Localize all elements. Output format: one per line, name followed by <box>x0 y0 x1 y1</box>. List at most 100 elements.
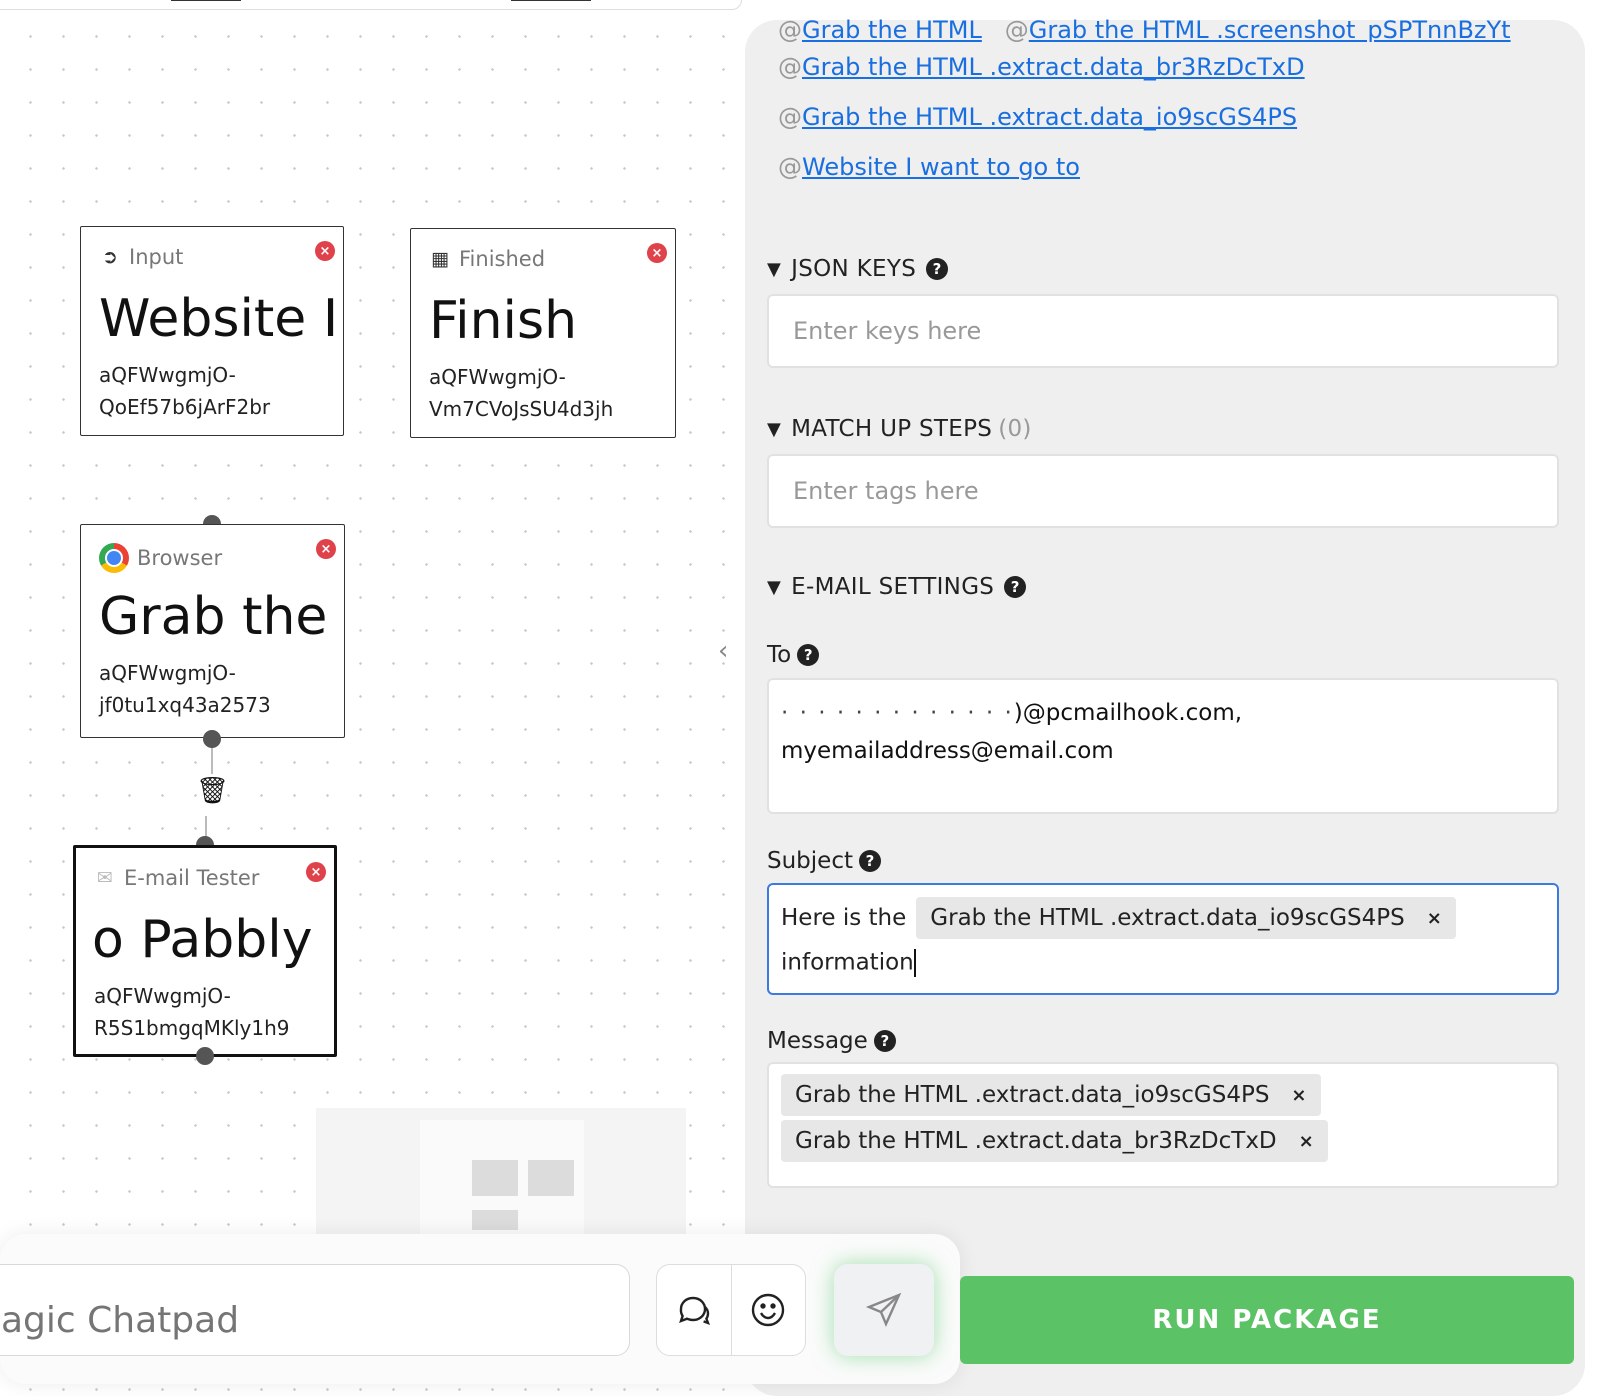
trash-icon[interactable]: 🗑 <box>196 776 229 806</box>
to-field[interactable]: · · · · · · · · · · · · ·)@pcmailhook.co… <box>767 678 1559 814</box>
reference-link[interactable]: Grab the HTML .extract.data_br3RzDcTxD <box>802 53 1305 81</box>
section-count: (0) <box>998 416 1032 442</box>
reference-link[interactable]: Website I want to go to <box>802 153 1080 181</box>
checkered-flag-icon: ▦ <box>431 248 449 270</box>
message-field[interactable]: Grab the HTML .extract.data_io9scGS4PS ×… <box>767 1062 1559 1188</box>
close-icon[interactable]: × <box>647 243 667 263</box>
to-address-1: )@pcmailhook.com, <box>1013 700 1243 726</box>
node-type-label: Input <box>129 245 184 269</box>
chevron-left-icon[interactable]: ‹ <box>718 636 728 666</box>
help-icon[interactable]: ? <box>1004 576 1027 598</box>
workflow-canvas[interactable]: ➲ Input Website I aQFWwgmjO-QoEf57b6jArF… <box>0 0 745 1396</box>
help-icon[interactable]: ? <box>926 258 949 280</box>
emoji-icon[interactable] <box>730 1265 806 1355</box>
node-input[interactable]: ➲ Input Website I aQFWwgmjO-QoEf57b6jArF… <box>80 226 344 436</box>
reference-item: @Grab the HTML .extract.data_br3RzDcTxD <box>778 42 1511 92</box>
field-label: Subject <box>767 848 853 874</box>
reference-list: @Grab the HTML @Grab the HTML .screensho… <box>778 16 1511 192</box>
settings-panel: @Grab the HTML @Grab the HTML .screensho… <box>745 16 1585 1396</box>
node-title: Website I <box>99 289 339 349</box>
underline-fragment <box>511 0 591 1</box>
email-settings-header[interactable]: ▼ E-MAIL SETTINGS ? <box>767 574 1027 600</box>
json-keys-field[interactable] <box>767 294 1559 368</box>
minimap-node <box>528 1160 574 1196</box>
connection-port[interactable] <box>196 1047 214 1065</box>
match-up-steps-field[interactable] <box>767 454 1559 528</box>
section-title: E-MAIL SETTINGS <box>791 574 995 600</box>
at-prefix: @ <box>778 16 802 42</box>
subject-text: Here is the <box>781 905 907 931</box>
node-browser[interactable]: Browser Grab the aQFWwgmjO-jf0tu1xq43a25… <box>80 524 345 738</box>
minimap-node <box>472 1160 518 1196</box>
paper-plane-icon <box>865 1292 902 1328</box>
message-tags: Grab the HTML .extract.data_io9scGS4PS ×… <box>781 1074 1328 1162</box>
variable-tag[interactable]: Grab the HTML .extract.data_io9scGS4PS × <box>916 897 1456 939</box>
to-label: To ? <box>767 642 820 668</box>
node-title: Finish <box>429 291 578 351</box>
node-header: Browser <box>99 543 222 573</box>
remove-tag-icon[interactable]: × <box>1291 1085 1306 1106</box>
node-id: aQFWwgmjO-jf0tu1xq43a2573 <box>99 661 271 717</box>
reference-link[interactable]: Grab the HTML .extract.data_io9scGS4PS <box>802 103 1297 131</box>
minimap-node <box>472 1210 518 1230</box>
subject-line: Here is the Grab the HTML .extract.data_… <box>781 897 1456 939</box>
variable-tag[interactable]: Grab the HTML .extract.data_br3RzDcTxD × <box>781 1120 1328 1162</box>
variable-tag[interactable]: Grab the HTML .extract.data_io9scGS4PS × <box>781 1074 1321 1116</box>
at-prefix: @ <box>1004 16 1029 42</box>
reference-link[interactable]: Grab the HTML <box>802 16 982 42</box>
node-title: Grab the <box>99 587 328 647</box>
at-prefix: @ <box>778 103 802 131</box>
match-up-steps-header[interactable]: ▼ MATCH UP STEPS (0) <box>767 416 1032 442</box>
collapse-triangle-icon: ▼ <box>767 576 782 598</box>
node-finished[interactable]: ▦ Finished Finish aQFWwgmjO-Vm7CVoJsSU4d… <box>410 228 676 438</box>
tags-input[interactable] <box>769 456 1557 526</box>
chat-bar <box>0 1234 960 1384</box>
subject-text: information <box>781 949 914 976</box>
chat-input[interactable] <box>0 1264 630 1356</box>
node-id: aQFWwgmjO-QoEf57b6jArF2br <box>99 363 271 419</box>
node-header: ✉ E-mail Tester <box>94 866 259 890</box>
close-icon[interactable]: × <box>316 539 336 559</box>
node-id: aQFWwgmjO-Vm7CVoJsSU4d3jh <box>429 365 614 421</box>
help-icon[interactable]: ? <box>797 644 820 666</box>
node-type-label: E-mail Tester <box>124 866 260 890</box>
subject-line: information <box>781 949 916 977</box>
section-title: JSON KEYS <box>791 256 917 282</box>
node-title: o Pabbly <box>92 910 313 970</box>
reference-link[interactable]: Grab the HTML .screenshot_pSPTnnBzYt <box>1029 16 1511 42</box>
run-package-button[interactable]: RUN PACKAGE <box>960 1276 1574 1364</box>
field-label: To <box>767 642 792 668</box>
json-keys-input[interactable] <box>769 296 1557 366</box>
at-prefix: @ <box>778 153 802 181</box>
help-icon[interactable]: ? <box>858 850 881 872</box>
json-keys-header[interactable]: ▼ JSON KEYS ? <box>767 256 949 282</box>
connection-edge <box>205 816 207 838</box>
collapse-triangle-icon: ▼ <box>767 258 782 280</box>
remove-tag-icon[interactable]: × <box>1427 908 1442 929</box>
collapse-triangle-icon: ▼ <box>767 418 782 440</box>
message-label: Message ? <box>767 1028 896 1054</box>
node-type-label: Browser <box>137 546 223 570</box>
send-button[interactable] <box>834 1264 934 1356</box>
underline-fragment <box>171 0 241 1</box>
node-header: ➲ Input <box>99 245 183 269</box>
reference-item: @Grab the HTML .extract.data_io9scGS4PS <box>778 92 1511 142</box>
node-email-tester[interactable]: ✉ E-mail Tester o Pabbly aQFWwgmjO-R5S1b… <box>73 845 337 1057</box>
chat-bubbles-icon[interactable] <box>657 1265 731 1355</box>
node-header: ▦ Finished <box>429 247 545 271</box>
subject-field[interactable]: Here is the Grab the HTML .extract.data_… <box>767 883 1559 995</box>
node-type-label: Finished <box>459 247 546 271</box>
close-icon[interactable]: × <box>315 241 335 261</box>
connection-port[interactable] <box>203 730 221 748</box>
top-toolbar-fragment <box>0 0 742 10</box>
close-icon[interactable]: × <box>306 862 326 882</box>
field-label: Message <box>767 1028 868 1054</box>
at-prefix: @ <box>778 53 802 81</box>
to-value[interactable]: · · · · · · · · · · · · ·)@pcmailhook.co… <box>781 694 1541 770</box>
reference-item: @Grab the HTML @Grab the HTML .screensho… <box>778 10 1511 42</box>
tag-label: Grab the HTML .extract.data_io9scGS4PS <box>930 905 1405 931</box>
help-icon[interactable]: ? <box>873 1030 896 1052</box>
tag-label: Grab the HTML .extract.data_io9scGS4PS <box>795 1082 1270 1108</box>
connection-edge <box>211 748 213 774</box>
remove-tag-icon[interactable]: × <box>1299 1131 1314 1152</box>
